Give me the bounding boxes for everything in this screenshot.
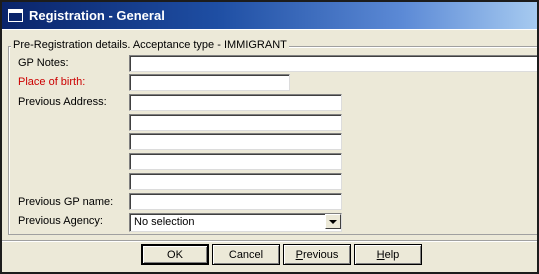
title-bar[interactable]: Registration - General [2, 2, 537, 30]
window-title: Registration - General [29, 8, 165, 23]
previous-button[interactable]: Previous [283, 244, 351, 265]
cancel-button[interactable]: Cancel [212, 244, 280, 265]
group-legend: Pre-Registration details. Acceptance typ… [11, 39, 289, 51]
previous-gp-name-input[interactable] [129, 193, 342, 210]
button-separator [2, 240, 537, 242]
previous-address-line-1[interactable] [129, 94, 342, 111]
help-button-label: elp [384, 248, 400, 261]
previous-address-line-4[interactable] [129, 153, 342, 170]
previous-agency-select[interactable]: No selection [129, 213, 342, 232]
help-button[interactable]: Help [354, 244, 422, 265]
previous-button-label: revious [302, 248, 339, 261]
registration-dialog: Registration - General Pre-Registration … [0, 0, 539, 274]
gp-notes-label: GP Notes: [18, 57, 69, 69]
previous-agency-value: No selection [129, 213, 342, 232]
previous-gp-name-label: Previous GP name: [18, 196, 114, 208]
ok-button[interactable]: OK [141, 244, 209, 265]
previous-address-label: Previous Address: [18, 96, 107, 108]
previous-address-line-2[interactable] [129, 114, 342, 131]
chevron-down-icon[interactable] [325, 214, 341, 229]
place-of-birth-label: Place of birth: [18, 76, 86, 88]
window-icon [8, 9, 23, 22]
previous-address-line-3[interactable] [129, 133, 342, 150]
place-of-birth-input[interactable] [129, 74, 290, 91]
gp-notes-input[interactable] [129, 55, 537, 72]
help-mnemonic: H [376, 248, 385, 261]
previous-mnemonic: P [295, 248, 303, 261]
previous-address-line-5[interactable] [129, 173, 342, 190]
previous-agency-label: Previous Agency: [18, 215, 103, 227]
